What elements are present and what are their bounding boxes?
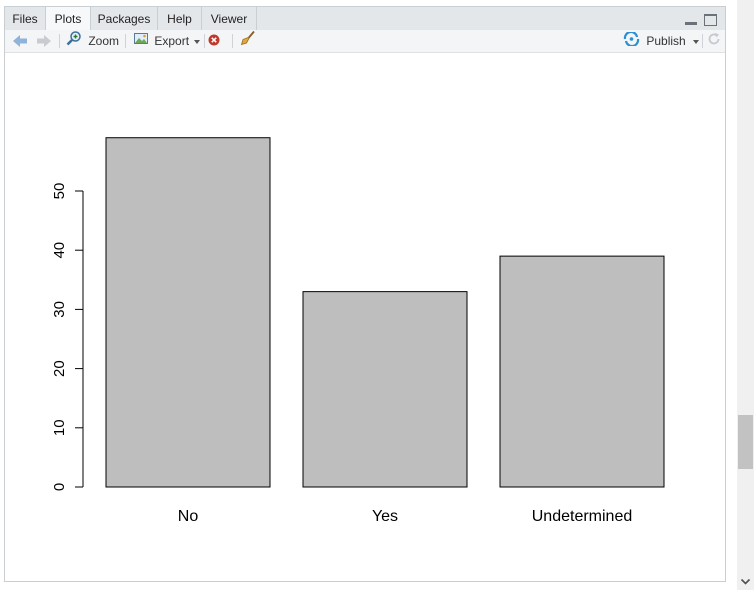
export-button[interactable]: Export [133, 30, 201, 53]
tab-files[interactable]: Files [5, 7, 46, 30]
plots-toolbar: Zoom Export Publish [5, 30, 725, 53]
export-dropdown-icon [194, 39, 201, 44]
y-tick-label: 0 [51, 483, 68, 491]
remove-plot-icon [208, 31, 220, 53]
bar [499, 255, 665, 488]
refresh-button[interactable] [707, 30, 723, 52]
clear-all-plots-button[interactable] [240, 30, 258, 52]
scrollbar-thumb[interactable] [738, 415, 753, 469]
zoom-button[interactable]: Zoom [66, 30, 119, 52]
publish-icon [623, 30, 640, 53]
y-tick-label: 10 [51, 419, 68, 436]
tab-bar: Files Plots Packages Help Viewer [5, 7, 725, 31]
maximize-pane-icon[interactable] [704, 14, 717, 26]
back-arrow-icon[interactable] [11, 30, 29, 52]
zoom-label: Zoom [88, 34, 120, 48]
category-label: Undetermined [532, 508, 633, 525]
bar [302, 291, 468, 488]
bar-chart: 0 10 20 30 40 50 No Yes Undetermined [51, 137, 665, 525]
y-tick-label: 20 [51, 360, 68, 377]
toolbar-separator [702, 34, 703, 48]
y-tick-label: 50 [51, 183, 68, 200]
category-label: Yes [372, 508, 398, 525]
plots-pane: Files Plots Packages Help Viewer Zoom Ex… [4, 6, 726, 582]
export-icon [133, 30, 149, 53]
category-label: No [178, 508, 199, 525]
refresh-icon [707, 31, 721, 53]
forward-arrow-icon[interactable] [35, 30, 53, 52]
toolbar-separator [232, 34, 233, 48]
toolbar-separator [204, 34, 205, 48]
tab-help[interactable]: Help [158, 7, 202, 30]
vertical-scrollbar[interactable] [737, 0, 754, 590]
publish-button[interactable]: Publish [623, 30, 699, 52]
tab-packages[interactable]: Packages [91, 7, 158, 30]
toolbar-separator [59, 34, 60, 48]
toolbar-separator [125, 34, 126, 48]
publish-dropdown-icon [692, 39, 699, 44]
minimize-pane-icon[interactable] [685, 22, 697, 25]
bar [105, 137, 271, 488]
scroll-down-arrow-icon[interactable] [737, 573, 754, 590]
plot-area: 0 10 20 30 40 50 No Yes Undetermined [5, 53, 727, 583]
broom-icon [240, 30, 256, 53]
publish-label: Publish [646, 34, 686, 48]
tab-plots[interactable]: Plots [46, 7, 91, 31]
tab-viewer[interactable]: Viewer [202, 7, 257, 30]
y-tick-label: 40 [51, 242, 68, 259]
export-label: Export [154, 34, 190, 48]
remove-plot-button[interactable] [208, 30, 222, 52]
y-tick-label: 30 [51, 301, 68, 318]
zoom-icon [66, 30, 82, 53]
